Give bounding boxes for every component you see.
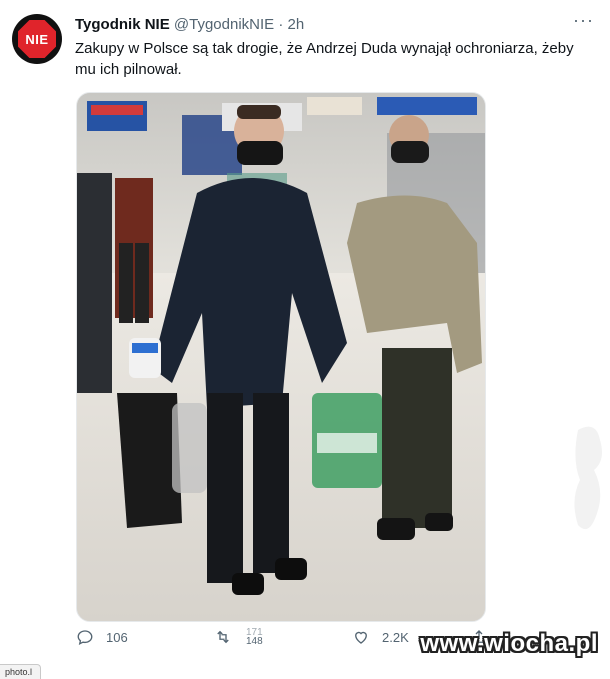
tweet-text: Zakupy w Polsce są tak drogie, że Andrze…: [75, 40, 574, 78]
reply-icon: [77, 630, 93, 645]
tweet-card[interactable]: NIE Tygodnik NIE @TygodnikNIE · 2h ··· Z…: [0, 0, 610, 679]
tweet-photo[interactable]: [76, 92, 486, 622]
user-handle[interactable]: @TygodnikNIE: [174, 16, 274, 33]
separator-dot: ·: [278, 16, 284, 33]
tweet-header: Tygodnik NIE @TygodnikNIE · 2h: [75, 16, 304, 33]
more-options-icon[interactable]: ···: [573, 10, 594, 30]
avatar[interactable]: NIE: [12, 14, 62, 64]
retweet-icon: [217, 630, 229, 644]
like-action[interactable]: 2.2K: [352, 628, 409, 646]
photo-illustration: [77, 93, 485, 621]
like-count: 2.2K: [382, 629, 409, 645]
display-name[interactable]: Tygodnik NIE: [75, 16, 170, 33]
stop-sign-logo: NIE: [18, 20, 56, 58]
reply-action[interactable]: 106: [76, 628, 128, 646]
retweet-count: 148: [246, 636, 263, 647]
heart-icon: [355, 631, 367, 644]
watermark: www.wiocha.pl: [420, 630, 598, 657]
retweet-action[interactable]: 171 148: [214, 627, 263, 647]
reply-count: 106: [106, 629, 128, 645]
avatar-logo-text: NIE: [25, 31, 49, 47]
retweet-count-partial: 171: [246, 627, 263, 638]
timestamp[interactable]: 2h: [288, 16, 305, 33]
scribble-blob: [574, 426, 602, 530]
bottom-tab[interactable]: photo.l: [0, 664, 42, 679]
